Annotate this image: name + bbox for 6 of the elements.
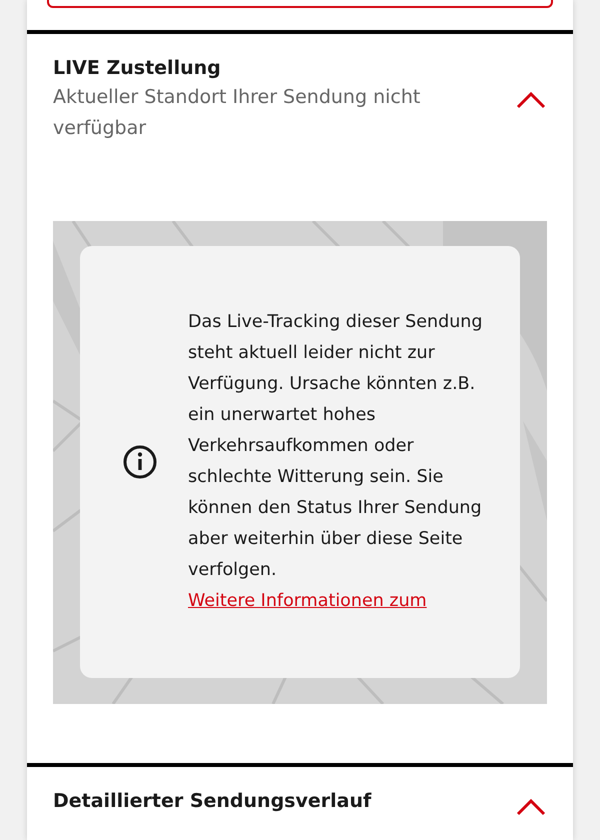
- section-title: LIVE Zustellung: [53, 56, 222, 81]
- notice-text: Das Live-Tracking dieser Sendung steht aktuell leider nicht zur Verfügung. Ursache könnten z.B. ein unerwartet hohes Verkehrsaufkommen oder schlechte Witterung sein. Sie können den Status Ihrer Sendung aber weiterhin über diese Seite verfolgen.: [188, 311, 484, 582]
- more-info-link[interactable]: Weitere Informationen zum: [188, 586, 488, 617]
- section-subtitle: Aktueller Standort Ihrer Sendung nicht verfügbar: [53, 85, 422, 141]
- section-title: Detaillierter Sendungsverlauf: [53, 789, 372, 814]
- info-icon: [122, 444, 158, 480]
